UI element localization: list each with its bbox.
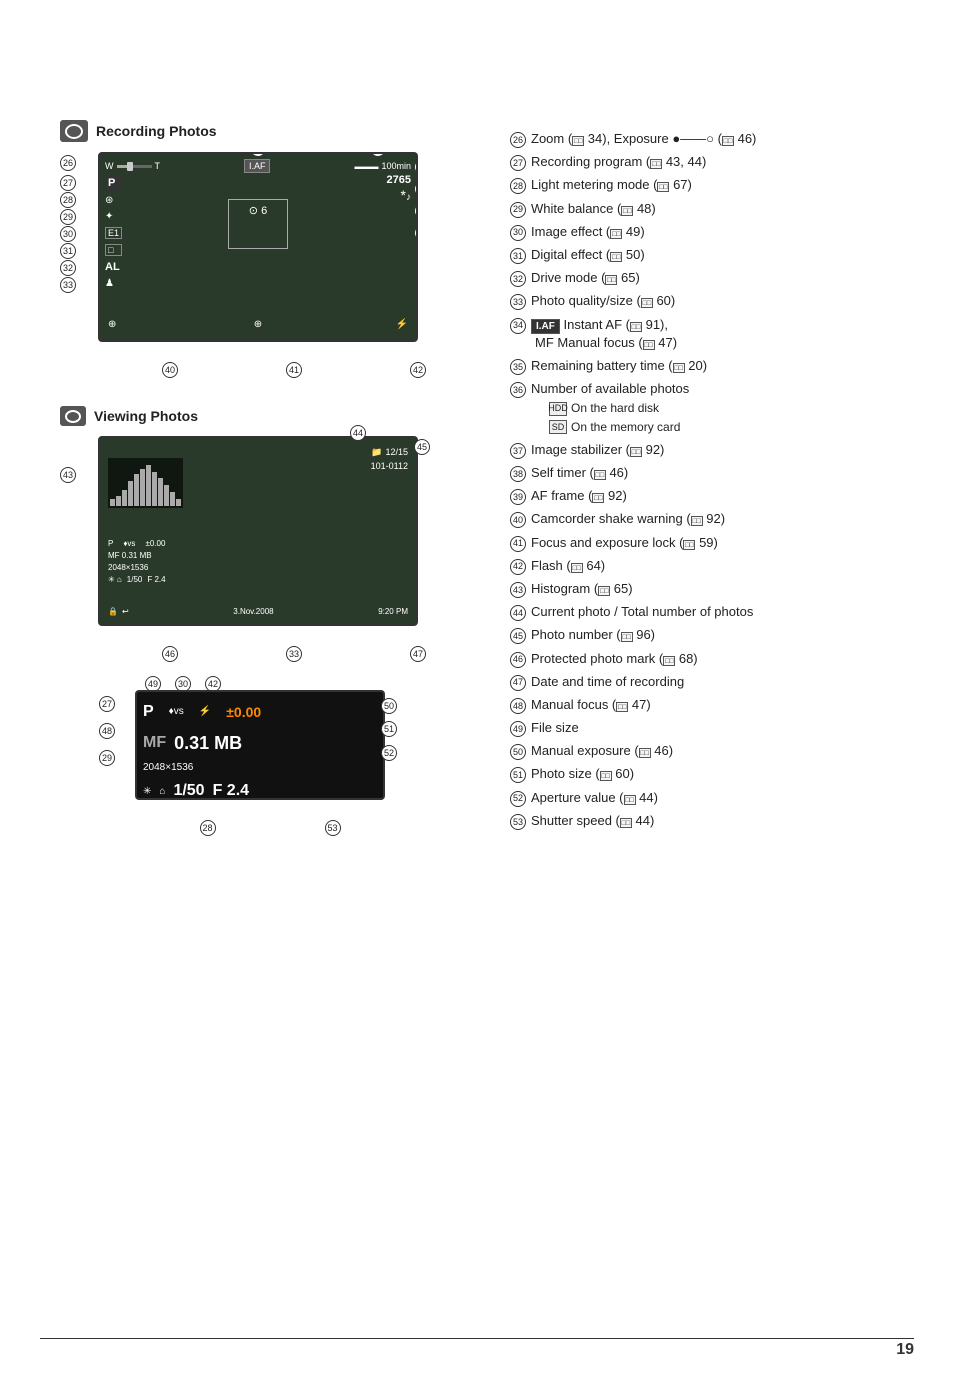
label-42: 42: [410, 362, 426, 378]
item-31: 31 Digital effect (□□ 50): [510, 246, 914, 264]
label-30: 30: [60, 225, 76, 242]
bottom-rule: [40, 1338, 914, 1339]
label-31: 31: [60, 242, 76, 259]
iaf-badge-rec: I.AF: [244, 159, 271, 173]
page-number: 19: [896, 1341, 914, 1359]
label-28-d: 28: [200, 820, 216, 836]
item-34: 34 I.AF Instant AF (□□ 91), MF Manual fo…: [510, 316, 914, 352]
item-53: 53 Shutter speed (□□ 44): [510, 812, 914, 830]
label-36: 36: [414, 158, 418, 175]
item-33: 33 Photo quality/size (□□ 60): [510, 292, 914, 310]
item-40: 40 Camcorder shake warning (□□ 92): [510, 510, 914, 528]
item-30: 30 Image effect (□□ 49): [510, 223, 914, 241]
label-27: 27: [60, 174, 76, 191]
label-50: 50: [381, 697, 397, 714]
item-45: 45 Photo number (□□ 96): [510, 626, 914, 644]
item-47: 47 Date and time of recording: [510, 673, 914, 691]
camera-view-icon: [60, 406, 86, 426]
label-53: 53: [325, 820, 341, 836]
item-26: 26 Zoom (□□ 34), Exposure ●——○ (□□ 46): [510, 130, 914, 148]
viewing-screen: 📁 12/15 101-0112 P ♦vs ±0.00 MF 0.31 MB …: [98, 436, 418, 626]
item-42: 42 Flash (□□ 64): [510, 557, 914, 575]
label-51: 51: [381, 720, 397, 737]
label-33-v: 33: [286, 646, 302, 662]
label-44: 44: [350, 424, 366, 441]
camera-icon: [60, 120, 88, 142]
label-33: 33: [60, 276, 76, 293]
label-46-v: 46: [162, 646, 178, 662]
label-38: 38: [414, 202, 418, 219]
item-35: 35 Remaining battery time (□□ 20): [510, 357, 914, 375]
label-45: 45: [414, 438, 430, 455]
item-32: 32 Drive mode (□□ 65): [510, 269, 914, 287]
label-43: 43: [60, 466, 76, 483]
left-column: Recording Photos 26 27 28 29 30 31 32 33…: [60, 120, 480, 846]
label-27-d: 27: [99, 695, 115, 712]
label-37: 37: [414, 180, 418, 197]
items-list: 26 Zoom (□□ 34), Exposure ●——○ (□□ 46) 2…: [510, 130, 914, 830]
item-39: 39 AF frame (□□ 92): [510, 487, 914, 505]
item-49: 49 File size: [510, 719, 914, 737]
label-52: 52: [381, 744, 397, 761]
item-36: 36 Number of available photos HDD On the…: [510, 380, 914, 436]
recording-photos-title: Recording Photos: [96, 123, 217, 139]
item-46: 46 Protected photo mark (□□ 68): [510, 650, 914, 668]
recording-photos-header: Recording Photos: [60, 120, 480, 142]
label-39: 39: [414, 224, 418, 241]
detail-screen: P ♦vs ⚡ ±0.00 MF 0.31 MB 2048×1536 ✳ ⌂: [135, 690, 385, 800]
label-47: 47: [410, 646, 426, 662]
label-32: 32: [60, 259, 76, 276]
item-27: 27 Recording program (□□ 43, 44): [510, 153, 914, 171]
label-48: 48: [99, 722, 115, 739]
item-52: 52 Aperture value (□□ 44): [510, 789, 914, 807]
label-29-d: 29: [99, 749, 115, 766]
label-29: 29: [60, 208, 76, 225]
label-41: 41: [286, 362, 302, 378]
item-43: 43 Histogram (□□ 65): [510, 580, 914, 598]
right-column: 26 Zoom (□□ 34), Exposure ●——○ (□□ 46) 2…: [510, 120, 914, 846]
item-29: 29 White balance (□□ 48): [510, 200, 914, 218]
item-41: 41 Focus and exposure lock (□□ 59): [510, 534, 914, 552]
item-38: 38 Self timer (□□ 46): [510, 464, 914, 482]
recording-screen: W T I.AF ▬▬▬ 100min: [98, 152, 418, 342]
label-35: 35: [370, 152, 386, 157]
photo-count-rec: 2765: [387, 174, 411, 186]
viewing-photos-header: Viewing Photos: [60, 406, 480, 426]
label-34: 34: [250, 152, 266, 157]
label-26: 26: [60, 152, 76, 174]
viewing-photos-title: Viewing Photos: [94, 408, 198, 424]
label-28: 28: [60, 191, 76, 208]
item-51: 51 Photo size (□□ 60): [510, 765, 914, 783]
item-44: 44 Current photo / Total number of photo…: [510, 603, 914, 621]
item-28: 28 Light metering mode (□□ 67): [510, 176, 914, 194]
label-40: 40: [162, 362, 178, 378]
item-48: 48 Manual focus (□□ 47): [510, 696, 914, 714]
item-50: 50 Manual exposure (□□ 46): [510, 742, 914, 760]
item-37: 37 Image stabilizer (□□ 92): [510, 441, 914, 459]
